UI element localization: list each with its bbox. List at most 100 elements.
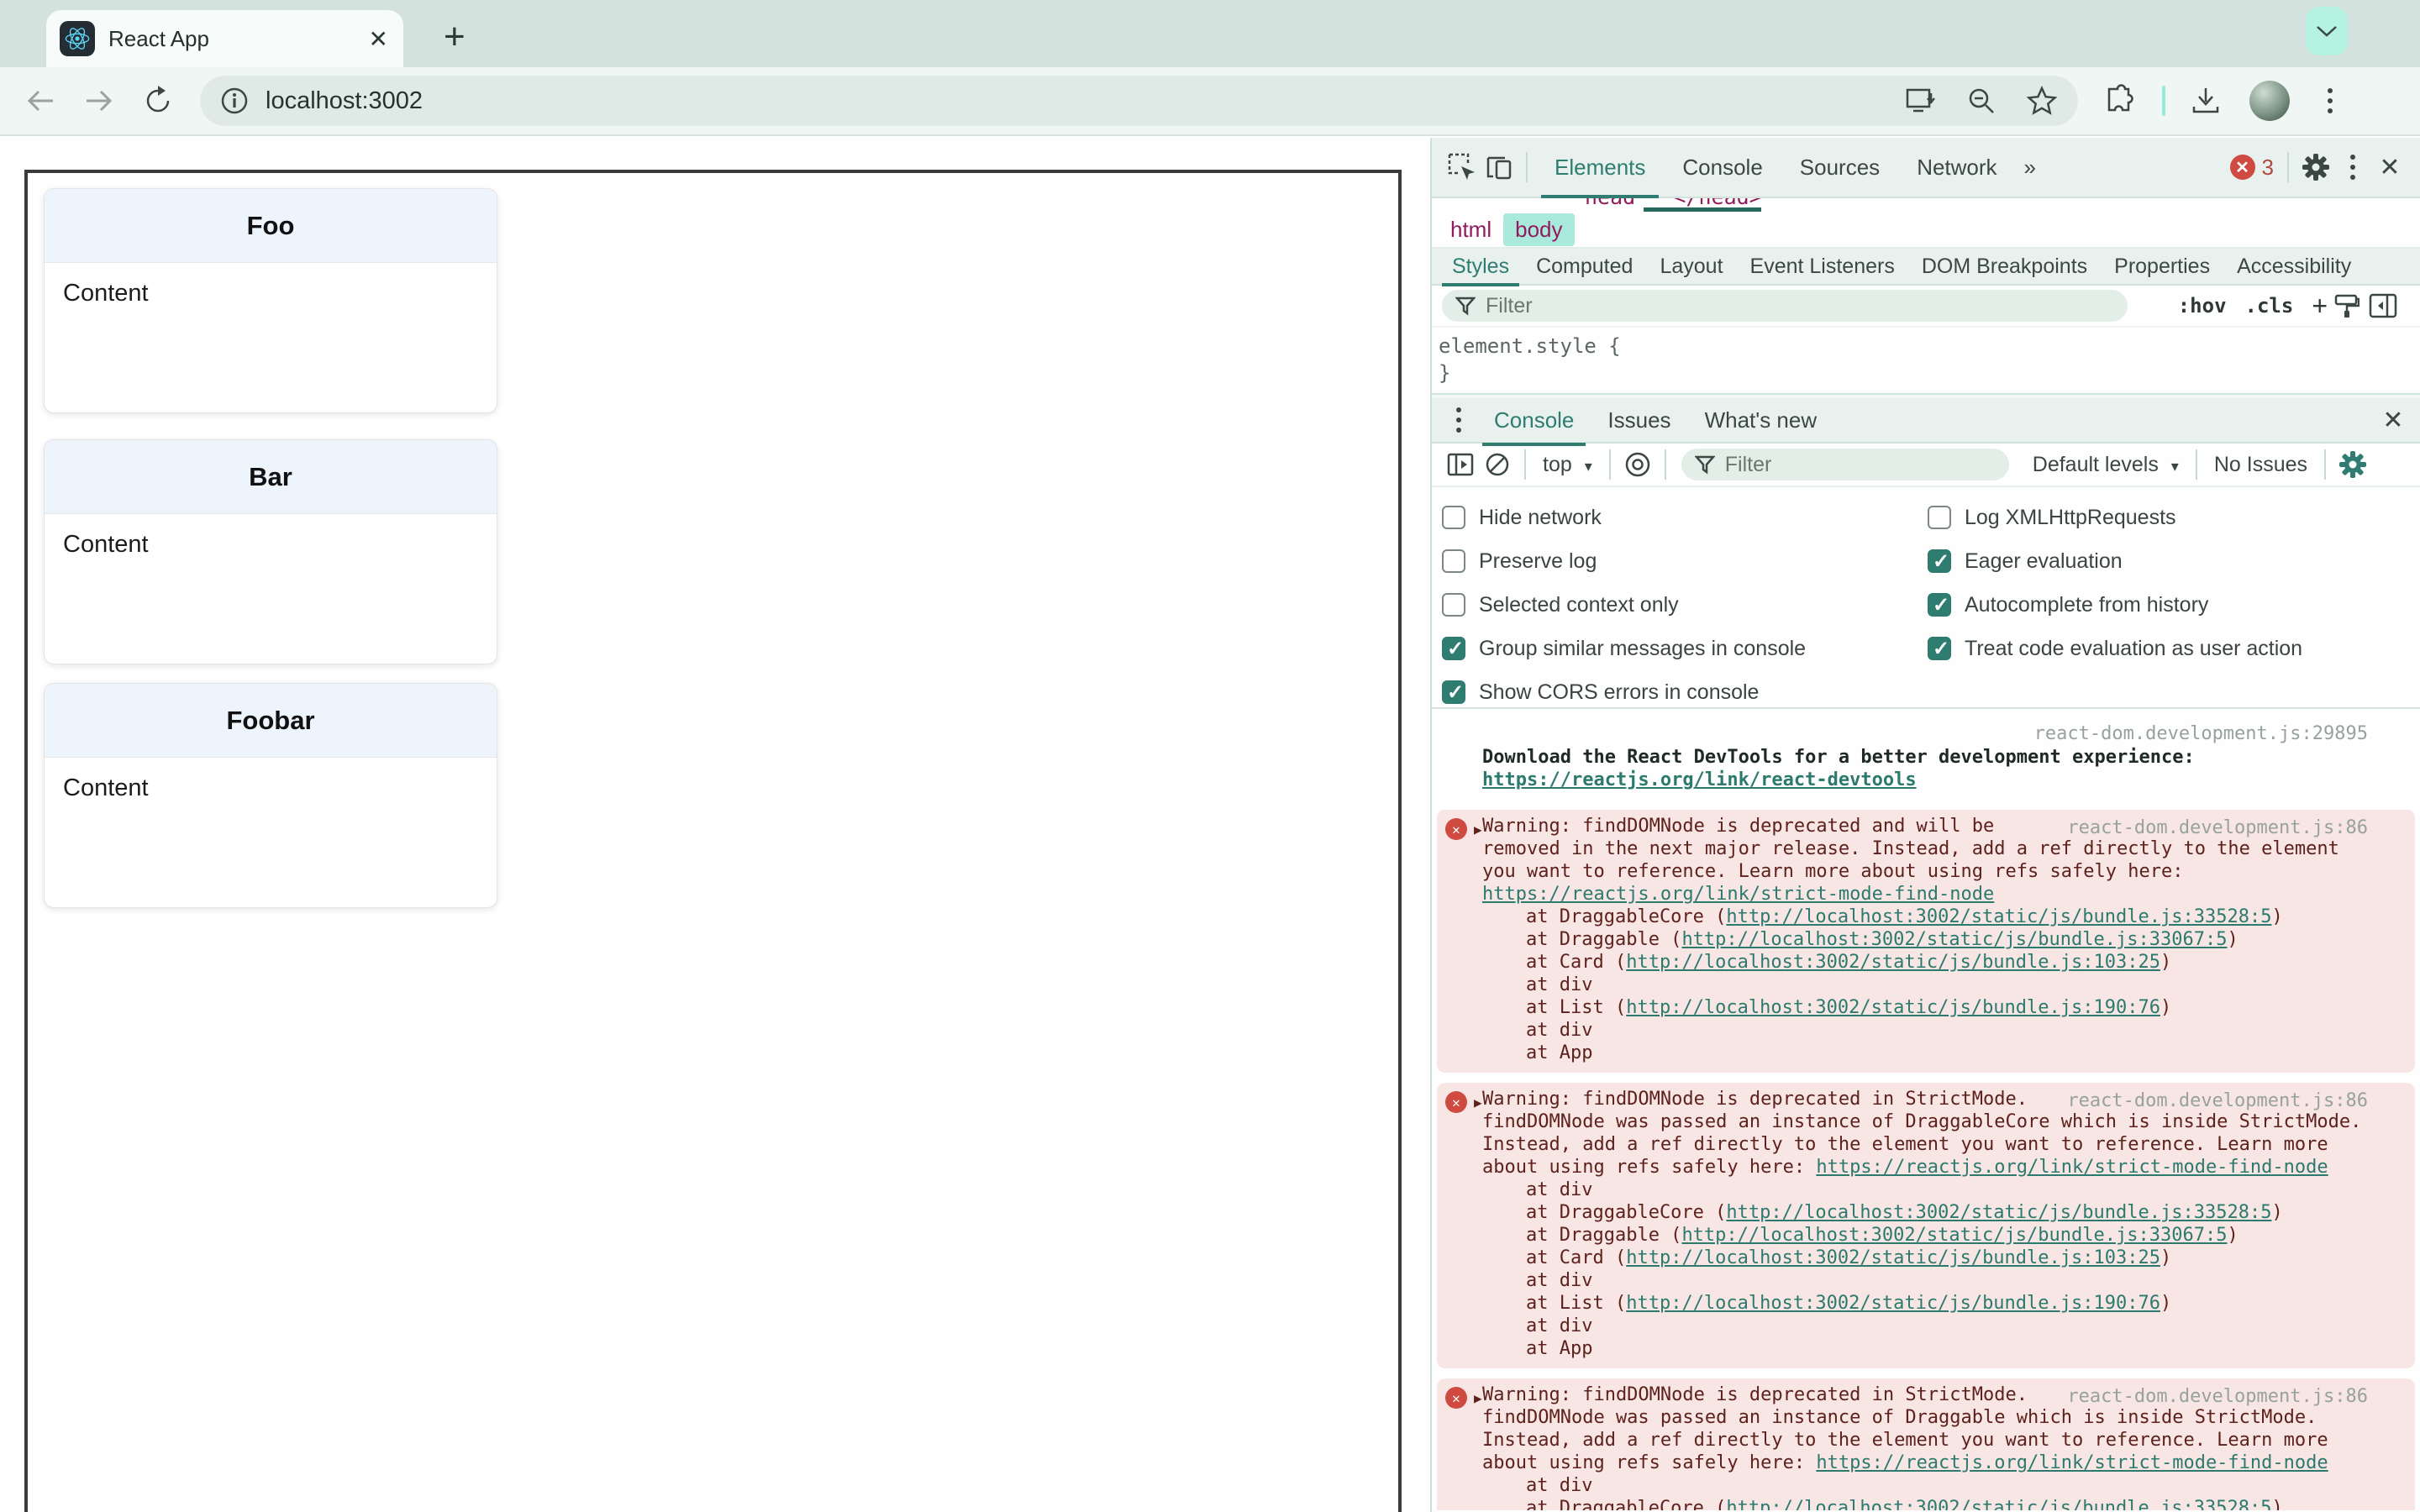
checkbox[interactable] [1442,506,1465,529]
message-link[interactable]: https://reactjs.org/link/strict-mode-fin… [1816,1157,2328,1178]
zoom-out-icon[interactable] [1964,83,1999,118]
card-header[interactable]: Foo [45,189,497,263]
profile-avatar[interactable] [2249,81,2290,121]
devtools-settings-gear-icon[interactable] [2297,149,2334,186]
message-link[interactable]: http://localhost:3002/static/js/bundle.j… [1626,952,2160,973]
breadcrumb-html[interactable]: html [1439,213,1503,246]
styles-tab-accessibility[interactable]: Accessibility [2223,248,2365,285]
message-link[interactable]: https://reactjs.org/link/react-devtools [1482,769,1917,790]
card[interactable]: Foo Content [44,188,497,413]
checkbox[interactable] [1442,549,1465,573]
install-page-icon[interactable] [1903,83,1939,118]
message-link[interactable]: http://localhost:3002/static/js/bundle.j… [1681,1225,2227,1246]
drawer-close-icon[interactable]: ✕ [2375,402,2412,438]
styles-tab-computed[interactable]: Computed [1523,248,1646,285]
message-link[interactable]: https://reactjs.org/link/strict-mode-fin… [1816,1452,2328,1473]
url-text[interactable]: localhost:3002 [266,87,1878,115]
browser-tab[interactable]: React App ✕ [46,10,403,67]
address-bar[interactable]: localhost:3002 [200,76,2078,126]
downloads-icon[interactable] [2187,82,2224,119]
source-location-link[interactable]: react-dom.development.js:29895 [2034,722,2368,745]
console-error-message[interactable]: ✕ ▶ react-dom.development.js:86 Warning: fi… [1437,1378,2415,1510]
setting-show-cors-errors-in-console[interactable]: Show CORS errors in console [1442,670,1928,714]
live-expression-eye-icon[interactable] [1619,446,1656,483]
forward-icon[interactable] [81,82,118,119]
checkbox[interactable] [1928,637,1951,661]
element-style-block[interactable]: element.style { } [1432,328,2420,395]
source-location-link[interactable]: react-dom.development.js:86 [2067,1089,2368,1112]
tab-console[interactable]: Console [1664,137,1781,197]
styles-tab-layout[interactable]: Layout [1646,248,1736,285]
console-info-message[interactable]: react-dom.development.js:29895 Download t… [1437,716,2415,800]
setting-eager-evaluation[interactable]: Eager evaluation [1928,539,2420,583]
clear-console-icon[interactable] [1479,446,1516,483]
card-header[interactable]: Foobar [45,684,497,758]
device-toolbar-icon[interactable] [1481,149,1518,186]
message-link[interactable]: http://localhost:3002/static/js/bundle.j… [1681,929,2227,950]
message-link[interactable]: http://localhost:3002/static/js/bundle.j… [1726,906,2271,927]
tab-close-icon[interactable]: ✕ [369,25,388,53]
console-error-message[interactable]: ✕ ▶ react-dom.development.js:86 Warning: fi… [1437,810,2415,1073]
context-selector[interactable]: top ▾ [1543,453,1592,477]
tab-network[interactable]: Network [1898,137,2015,197]
message-link[interactable]: http://localhost:3002/static/js/bundle.j… [1626,1247,2160,1268]
drawer-menu-icon[interactable] [1440,402,1477,438]
console-filter-input[interactable]: Filter [1681,449,2009,480]
checkbox[interactable] [1442,680,1465,705]
console-error-message[interactable]: ✕ ▶ react-dom.development.js:86 Warning: fi… [1437,1083,2415,1368]
browser-menu-icon[interactable] [2312,82,2349,119]
log-levels-selector[interactable]: Default levels ▾ [2033,453,2179,477]
message-link[interactable]: http://localhost:3002/static/js/bundle.j… [1726,1498,2271,1510]
pseudo-state-toggle[interactable]: :hov [2178,294,2227,318]
breadcrumb-body[interactable]: body [1503,213,1575,246]
computed-panel-toggle-icon[interactable] [2365,287,2402,324]
styles-tab-styles[interactable]: Styles [1439,248,1523,286]
tab-sources[interactable]: Sources [1781,137,1898,197]
extensions-puzzle-icon[interactable] [2100,82,2137,119]
setting-selected-context-only[interactable]: Selected context only [1442,583,1928,627]
setting-preserve-log[interactable]: Preserve log [1442,539,1928,583]
devtools-menu-icon[interactable] [2334,149,2371,186]
card[interactable]: Foobar Content [44,683,497,908]
message-link[interactable]: http://localhost:3002/static/js/bundle.j… [1626,997,2160,1018]
setting-log-xmlhttprequests[interactable]: Log XMLHttpRequests [1928,496,2420,539]
expand-triangle-icon[interactable]: ▶ [1474,1387,1482,1410]
expand-triangle-icon[interactable]: ▶ [1474,1091,1482,1114]
class-toggle[interactable]: .cls [2245,294,2294,318]
reload-icon[interactable] [139,82,176,119]
bookmark-star-icon[interactable] [2024,83,2060,118]
source-location-link[interactable]: react-dom.development.js:86 [2067,816,2368,839]
checkbox[interactable] [1928,593,1951,617]
error-count-badge[interactable]: ✕ 3 [2229,155,2274,181]
message-link[interactable]: https://reactjs.org/link/strict-mode-fin… [1482,884,1994,905]
card[interactable]: Bar Content [44,439,497,664]
expand-triangle-icon[interactable]: ▶ [1474,818,1482,841]
tab-elements[interactable]: Elements [1536,137,1664,199]
checkbox[interactable] [1442,593,1465,617]
window-chevron-down-icon[interactable] [2306,7,2348,55]
devtools-close-icon[interactable]: ✕ [2371,149,2408,186]
issues-counter[interactable]: No Issues [2214,453,2307,477]
source-location-link[interactable]: react-dom.development.js:86 [2067,1385,2368,1408]
styles-tab-dom-breakpoints[interactable]: DOM Breakpoints [1908,248,2101,285]
back-icon[interactable] [22,82,59,119]
paint-roller-icon[interactable] [2328,287,2365,324]
styles-tab-event-listeners[interactable]: Event Listeners [1737,248,1908,285]
card-header[interactable]: Bar [45,440,497,514]
setting-autocomplete-from-history[interactable]: Autocomplete from history [1928,583,2420,627]
drawer-tab-console[interactable]: Console [1477,396,1591,446]
drawer-tab-what-s-new[interactable]: What's new [1688,396,1834,444]
console-settings-gear-icon[interactable] [2334,446,2371,483]
console-sidebar-toggle-icon[interactable] [1442,446,1479,483]
drawer-tab-issues[interactable]: Issues [1591,396,1687,444]
new-style-rule-button[interactable]: + [2312,291,2328,322]
checkbox[interactable] [1928,549,1951,574]
setting-treat-code-evaluation-as-user-action[interactable]: Treat code evaluation as user action [1928,627,2420,670]
site-info-icon[interactable] [218,85,250,117]
new-tab-button[interactable]: + [444,18,466,55]
styles-tab-properties[interactable]: Properties [2101,248,2223,285]
checkbox[interactable] [1928,506,1951,529]
checkbox[interactable] [1442,637,1465,661]
message-link[interactable]: http://localhost:3002/static/js/bundle.j… [1726,1202,2271,1223]
styles-filter-input[interactable]: Filter [1442,290,2128,322]
